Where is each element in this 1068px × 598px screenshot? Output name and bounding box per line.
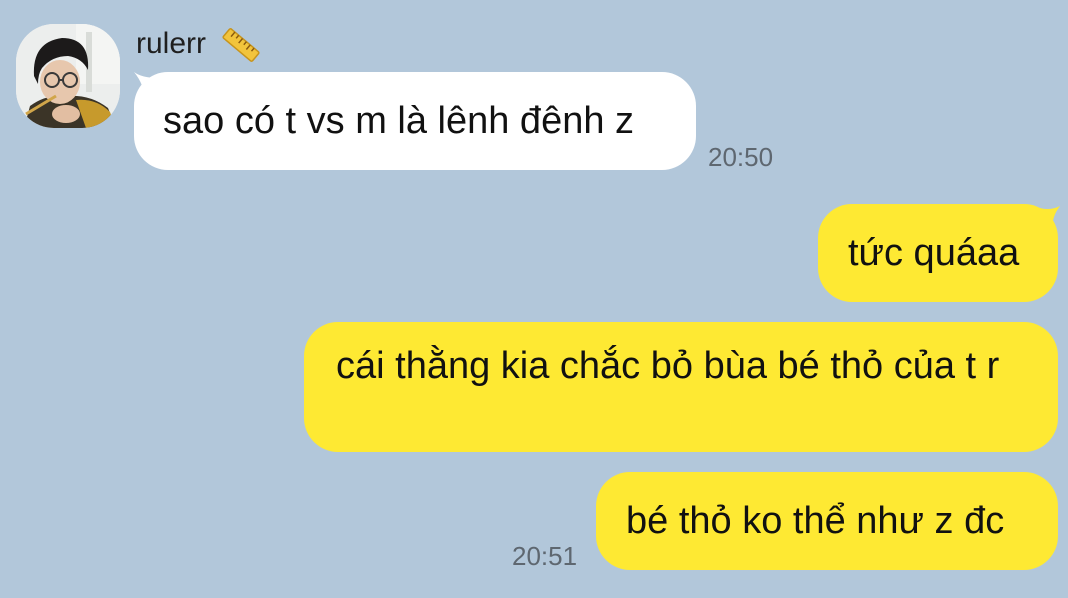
message-bubble-outgoing[interactable]: cái thằng kia chắc bỏ bùa bé thỏ của t r [304,322,1058,452]
message-bubble-outgoing[interactable]: tức quáaa [818,204,1058,302]
message-text: cái thằng kia chắc bỏ bùa bé thỏ của t r [336,345,1000,387]
ruler-icon [222,28,260,62]
message-bubble-incoming[interactable]: sao có t vs m là lênh đênh z [134,72,696,170]
message-text: tức quáaa [848,232,1020,274]
profile-photo-icon [16,24,120,128]
message-text: bé thỏ ko thể như z đc [626,500,1005,542]
message-text: sao có t vs m là lênh đênh z [163,100,635,142]
message-bubble-outgoing[interactable]: bé thỏ ko thể như z đc [596,472,1058,570]
sender-name: rulerr [136,27,207,60]
chat-area[interactable]: rulerr sao có t vs m là lênh đênh z 20:5… [0,0,1068,598]
avatar[interactable] [16,24,120,128]
message-timestamp: 20:50 [708,142,774,172]
message-timestamp: 20:51 [512,541,578,571]
